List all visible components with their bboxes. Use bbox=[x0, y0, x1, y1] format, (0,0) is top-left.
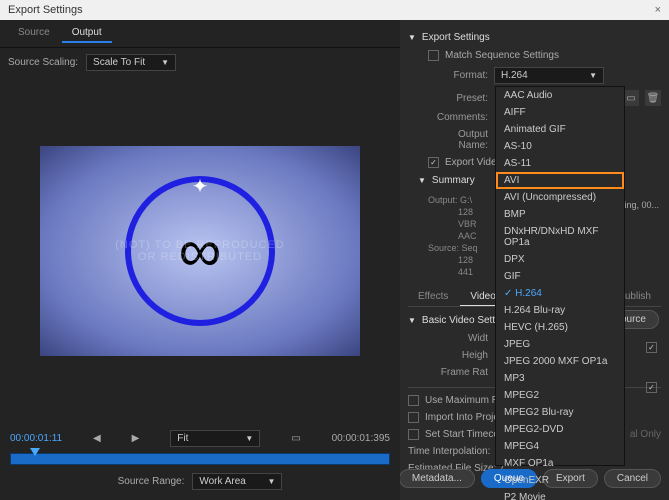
tab-source[interactable]: Source bbox=[8, 24, 60, 43]
export-settings-label: Export Settings bbox=[422, 32, 490, 43]
close-icon[interactable]: × bbox=[655, 4, 661, 16]
format-label: Format: bbox=[428, 70, 488, 81]
aspect-icon[interactable]: ▭ bbox=[291, 433, 300, 444]
framerate-checkbox[interactable] bbox=[646, 382, 657, 393]
format-option[interactable]: AVI bbox=[496, 172, 624, 189]
format-option[interactable]: H.264 Blu-ray bbox=[496, 302, 624, 319]
import-project-checkbox[interactable] bbox=[408, 412, 419, 423]
collapse-icon: ▼ bbox=[418, 176, 426, 185]
timecode-end: 00:00:01:395 bbox=[332, 433, 390, 444]
max-render-checkbox[interactable] bbox=[408, 395, 419, 406]
watermark-line2: OR REDISTRIBUTED bbox=[115, 251, 285, 263]
format-option[interactable]: BMP bbox=[496, 206, 624, 223]
video-preview: ✦ ∞ (NOT) TO BE REPRODUCED OR REDISTRIBU… bbox=[0, 77, 400, 424]
format-option[interactable]: H.264 bbox=[496, 285, 624, 302]
format-option[interactable]: MXF OP1a bbox=[496, 455, 624, 472]
delete-preset-icon[interactable]: 🗑 bbox=[645, 90, 661, 106]
comments-label: Comments: bbox=[428, 112, 488, 123]
format-option[interactable]: AS-10 bbox=[496, 138, 624, 155]
step-back-icon[interactable]: ◀ bbox=[93, 433, 101, 444]
match-sequence-label: Match Sequence Settings bbox=[445, 50, 559, 61]
format-option[interactable]: MPEG2 Blu-ray bbox=[496, 404, 624, 421]
metadata-button[interactable]: Metadata... bbox=[400, 469, 475, 488]
format-dropdown[interactable]: H.264 ▼ AAC AudioAIFFAnimated GIFAS-10AS… bbox=[494, 67, 604, 84]
chevron-down-icon: ▼ bbox=[161, 58, 169, 67]
format-option[interactable]: HEVC (H.265) bbox=[496, 319, 624, 336]
export-settings-header[interactable]: ▼ Export Settings bbox=[408, 28, 661, 47]
window-title: Export Settings bbox=[8, 4, 83, 16]
format-value: H.264 bbox=[501, 70, 528, 81]
step-fwd-icon[interactable]: ▶ bbox=[132, 433, 140, 444]
format-option[interactable]: P2 Movie bbox=[496, 489, 624, 500]
width-link-checkbox[interactable] bbox=[646, 342, 657, 353]
source-range-dropdown[interactable]: Work Area ▼ bbox=[192, 473, 282, 490]
source-range-value: Work Area bbox=[199, 476, 246, 487]
width-label: Widt bbox=[428, 333, 488, 344]
preset-label: Preset: bbox=[428, 93, 488, 104]
format-option[interactable]: OpenEXR bbox=[496, 472, 624, 489]
only-hint: al Only bbox=[630, 429, 661, 440]
format-option[interactable]: Animated GIF bbox=[496, 121, 624, 138]
height-label: Heigh bbox=[428, 350, 488, 361]
timecode-current[interactable]: 00:00:01:11 bbox=[10, 433, 62, 444]
format-option[interactable]: JPEG bbox=[496, 336, 624, 353]
time-interp-label: Time Interpolation: bbox=[408, 446, 490, 457]
framerate-label: Frame Rat bbox=[428, 367, 488, 378]
zoom-fit-dropdown[interactable]: Fit ▼ bbox=[170, 430, 260, 447]
format-option[interactable]: AIFF bbox=[496, 104, 624, 121]
format-option[interactable]: MPEG2 bbox=[496, 387, 624, 404]
format-option[interactable]: AS-11 bbox=[496, 155, 624, 172]
source-scaling-value: Scale To Fit bbox=[93, 57, 145, 68]
collapse-icon: ▼ bbox=[408, 33, 416, 42]
format-option[interactable]: AAC Audio bbox=[496, 87, 624, 104]
format-option[interactable]: JPEG 2000 MXF OP1a bbox=[496, 353, 624, 370]
collapse-icon: ▼ bbox=[408, 316, 416, 325]
format-option[interactable]: GIF bbox=[496, 268, 624, 285]
format-dropdown-list: AAC AudioAIFFAnimated GIFAS-10AS-11AVIAV… bbox=[495, 86, 625, 466]
match-sequence-checkbox[interactable] bbox=[428, 50, 439, 61]
format-option[interactable]: MPEG4 bbox=[496, 438, 624, 455]
format-option[interactable]: MP3 bbox=[496, 370, 624, 387]
source-range-label: Source Range: bbox=[118, 476, 185, 487]
export-video-label: Export Video bbox=[445, 157, 502, 168]
format-option[interactable]: MPEG2-DVD bbox=[496, 421, 624, 438]
format-option[interactable]: AVI (Uncompressed) bbox=[496, 189, 624, 206]
playhead-icon[interactable] bbox=[30, 448, 40, 456]
zoom-fit-value: Fit bbox=[177, 433, 188, 444]
output-name-label: Output Name: bbox=[428, 129, 488, 151]
watermark-line1: (NOT) TO BE REPRODUCED bbox=[115, 239, 285, 251]
chevron-down-icon: ▼ bbox=[267, 477, 275, 486]
format-option[interactable]: DPX bbox=[496, 251, 624, 268]
star-icon: ✦ bbox=[192, 174, 209, 199]
tab-output[interactable]: Output bbox=[62, 24, 112, 43]
subtab-effects[interactable]: Effects bbox=[408, 288, 458, 306]
export-video-checkbox[interactable] bbox=[428, 157, 439, 168]
import-preset-icon[interactable]: ▭ bbox=[623, 90, 639, 106]
chevron-down-icon: ▼ bbox=[245, 434, 253, 443]
source-scaling-label: Source Scaling: bbox=[8, 57, 78, 68]
chevron-down-icon: ▼ bbox=[589, 71, 597, 80]
timeline-track[interactable] bbox=[10, 453, 390, 465]
format-option[interactable]: DNxHR/DNxHD MXF OP1a bbox=[496, 223, 624, 251]
source-scaling-dropdown[interactable]: Scale To Fit ▼ bbox=[86, 54, 176, 71]
start-timecode-checkbox[interactable] bbox=[408, 429, 419, 440]
summary-label: Summary bbox=[432, 175, 475, 186]
basic-video-label: Basic Video Setti bbox=[422, 315, 497, 326]
